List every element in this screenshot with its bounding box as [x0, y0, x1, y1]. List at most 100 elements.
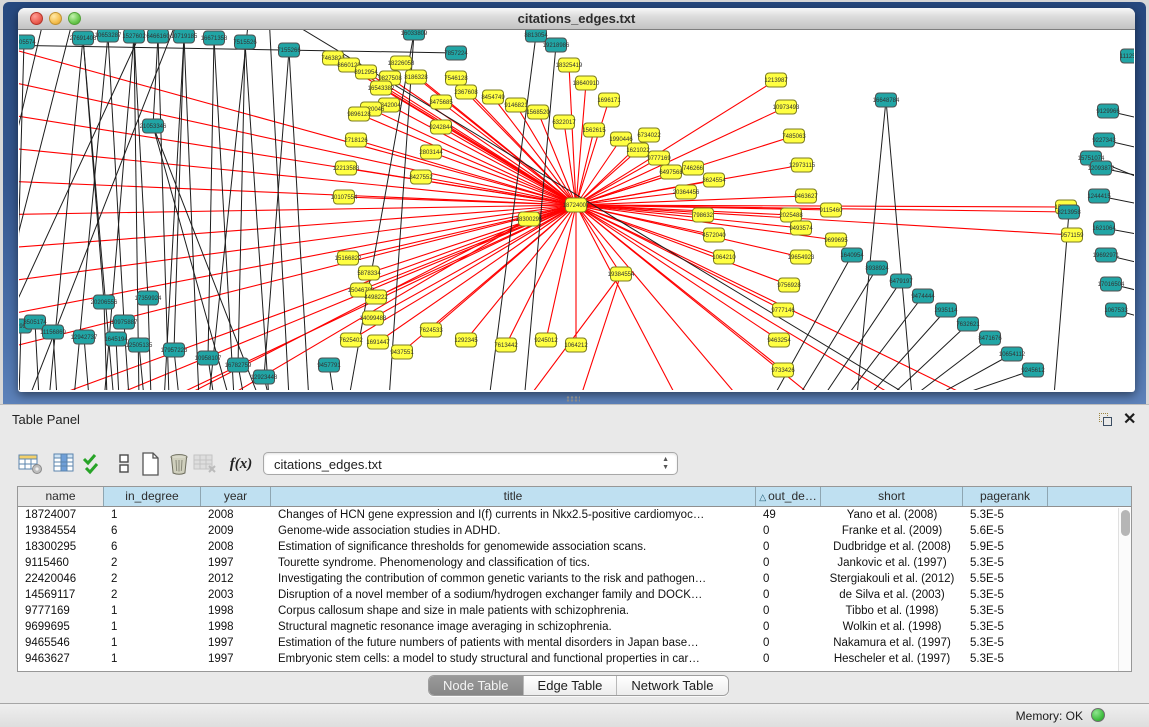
graph-edge[interactable]: [524, 274, 621, 390]
graph-edge[interactable]: [546, 205, 576, 340]
graph-edge[interactable]: [576, 205, 679, 390]
select-all-checks-icon[interactable]: [78, 451, 106, 477]
graph-node[interactable]: 18325419: [556, 58, 583, 72]
graph-node[interactable]: 16033809: [401, 30, 428, 40]
show-columns-icon[interactable]: [50, 451, 78, 477]
graph-node[interactable]: 21053346: [140, 119, 167, 133]
minimize-window-button[interactable]: [49, 12, 62, 25]
graph-edge[interactable]: [39, 205, 576, 390]
graph-node[interactable]: 3624554: [702, 173, 726, 187]
graph-edge[interactable]: [245, 42, 269, 390]
graph-node[interactable]: 9474444: [911, 289, 935, 303]
graph-node[interactable]: 8813054: [524, 30, 548, 42]
graph-node[interactable]: 9115460: [820, 203, 844, 217]
graph-node[interactable]: 1213987: [764, 73, 788, 87]
function-builder-icon[interactable]: f(x): [224, 451, 258, 477]
graph-node[interactable]: 9245612: [1021, 363, 1045, 377]
column-header-short[interactable]: short: [821, 487, 963, 506]
network-canvas[interactable]: 1872400774638228660128891295418226058982…: [19, 30, 1134, 390]
graph-edge[interactable]: [857, 100, 886, 390]
graph-edge[interactable]: [579, 274, 621, 390]
graph-node[interactable]: 19218986: [543, 38, 570, 52]
graph-node[interactable]: 2025488: [779, 208, 803, 222]
close-window-button[interactable]: [30, 12, 43, 25]
graph-node[interactable]: 1568520: [526, 105, 550, 119]
graph-node[interactable]: 2405574: [19, 35, 36, 49]
graph-node[interactable]: 8912954: [354, 65, 378, 79]
graph-node[interactable]: 2935114: [935, 303, 959, 317]
graph-node[interactable]: 19384554: [608, 267, 635, 281]
graph-node[interactable]: 9699695: [824, 233, 848, 247]
table-mode-icon[interactable]: [110, 451, 138, 477]
graph-node[interactable]: 7546128: [444, 71, 468, 85]
graph-node[interactable]: 8938924: [865, 261, 889, 275]
graph-node[interactable]: 17016504: [1098, 277, 1125, 291]
float-panel-icon[interactable]: [1099, 413, 1114, 427]
graph-node[interactable]: 7613442: [494, 338, 518, 352]
graph-node[interactable]: 20206556: [91, 295, 118, 309]
graph-node[interactable]: 1527602: [122, 30, 146, 43]
graph-node[interactable]: 14099488: [360, 311, 387, 325]
graph-node[interactable]: 6466160: [146, 30, 170, 43]
new-file-icon[interactable]: [136, 451, 164, 477]
graph-node[interactable]: 7632621: [956, 317, 980, 331]
graph-edge[interactable]: [576, 205, 904, 390]
table-row[interactable]: 969969511998Structural magnetic resonanc…: [18, 619, 1131, 635]
graph-edge[interactable]: [84, 337, 89, 390]
graph-node[interactable]: 9437551: [390, 345, 414, 359]
graph-node[interactable]: 9756928: [777, 278, 801, 292]
graph-edge[interactable]: [19, 30, 74, 290]
graph-node[interactable]: 1562615: [582, 123, 606, 137]
graph-node[interactable]: 1064212: [564, 338, 588, 352]
graph-node[interactable]: 9227343: [1092, 133, 1116, 147]
graph-node[interactable]: 1112504: [1120, 49, 1134, 63]
graph-node[interactable]: 1691447: [366, 335, 390, 349]
graph-edge[interactable]: [19, 30, 44, 230]
graph-edge[interactable]: [184, 36, 199, 390]
column-header-pagerank[interactable]: pagerank: [963, 487, 1048, 506]
graph-node[interactable]: 4498222: [364, 290, 388, 304]
graph-node[interactable]: 9457791: [317, 358, 341, 372]
tab-edge-table[interactable]: Edge Table: [524, 676, 618, 695]
graph-node[interactable]: 18300295: [516, 212, 543, 226]
graph-edge[interactable]: [116, 339, 119, 390]
graph-edge[interactable]: [83, 38, 104, 302]
graph-node[interactable]: 20364456: [673, 185, 700, 199]
graph-node[interactable]: 18226058: [388, 56, 415, 70]
graph-node[interactable]: 6322017: [552, 115, 576, 129]
graph-node[interactable]: 798632: [693, 208, 714, 222]
graph-node[interactable]: 8427552: [409, 170, 433, 184]
graph-edge[interactable]: [936, 354, 1012, 390]
graph-node[interactable]: 18724007: [563, 198, 590, 212]
graph-node[interactable]: 1292345: [454, 333, 478, 347]
table-row[interactable]: 1456911722003Disruption of a novel membe…: [18, 587, 1131, 603]
table-row[interactable]: 977716911998Corpus callosum shape and si…: [18, 603, 1131, 619]
graph-node[interactable]: 8471676: [978, 331, 1002, 345]
column-header-year[interactable]: year: [201, 487, 271, 506]
graph-node[interactable]: 17957223: [161, 343, 188, 357]
graph-node[interactable]: 16782759: [225, 358, 252, 372]
graph-node[interactable]: 16543382: [368, 81, 395, 95]
graph-edge[interactable]: [576, 150, 638, 205]
graph-node[interactable]: 6479197: [889, 274, 913, 288]
window-titlebar[interactable]: citations_edges.txt: [18, 8, 1135, 30]
table-row[interactable]: 911546021997Tourette syndrome. Phenomeno…: [18, 555, 1131, 571]
graph-node[interactable]: 9493574: [789, 221, 813, 235]
graph-edge[interactable]: [209, 30, 249, 390]
table-scrollbar[interactable]: [1118, 508, 1131, 672]
graph-edge[interactable]: [208, 38, 214, 358]
graph-node[interactable]: 4572040: [702, 228, 726, 242]
graph-node[interactable]: 9242844: [429, 120, 453, 134]
graph-node[interactable]: 7155266: [277, 43, 301, 57]
graph-node[interactable]: 19654923: [788, 250, 815, 264]
table-row[interactable]: 1938455462009Genome-wide association stu…: [18, 523, 1131, 539]
column-header-in_degree[interactable]: in_degree: [104, 487, 201, 506]
graph-node[interactable]: 12213583: [333, 161, 360, 175]
graph-node[interactable]: 6734022: [637, 128, 661, 142]
graph-node[interactable]: 8186328: [404, 70, 428, 84]
graph-edge[interactable]: [891, 324, 968, 390]
table-settings-icon[interactable]: [16, 451, 44, 477]
graph-node[interactable]: 12973115: [789, 158, 816, 172]
table-row[interactable]: 2242004622012Investigating the contribut…: [18, 571, 1131, 587]
delete-table-icon[interactable]: [191, 451, 219, 477]
